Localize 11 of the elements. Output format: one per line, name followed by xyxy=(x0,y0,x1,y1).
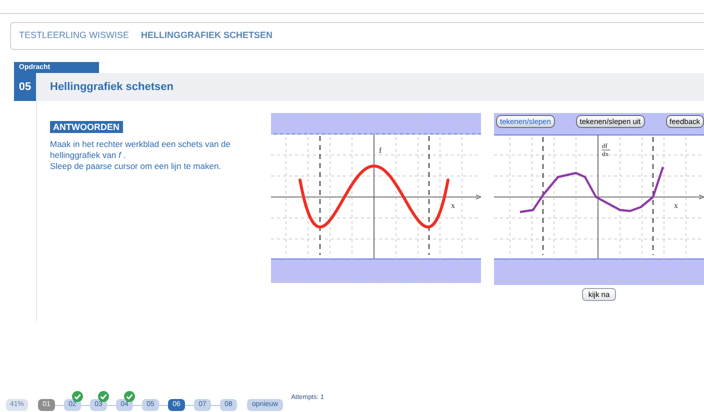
answers-heading: ANTWOORDEN xyxy=(50,121,122,133)
assignment-title: Hellinggrafiek schetsen xyxy=(50,80,174,95)
axis-label: x xyxy=(674,201,678,210)
breadcrumb-link[interactable]: HELLINGGRAFIEK SCHETSEN xyxy=(141,29,273,43)
axis-label: x xyxy=(451,201,455,210)
slope-curve[interactable] xyxy=(520,166,664,214)
instruction-text: Maak in het rechter werkblad een schets van de hellinggrafiek van f . xyxy=(50,139,232,161)
breadcrumb-link[interactable]: TESTLEERLING WISWISE xyxy=(19,29,130,43)
instruction-text: Sleep de paarse cursor om een lijn te maken. xyxy=(50,161,222,172)
axis-label: f xyxy=(379,146,382,155)
assignment-number: 05 xyxy=(14,73,36,101)
